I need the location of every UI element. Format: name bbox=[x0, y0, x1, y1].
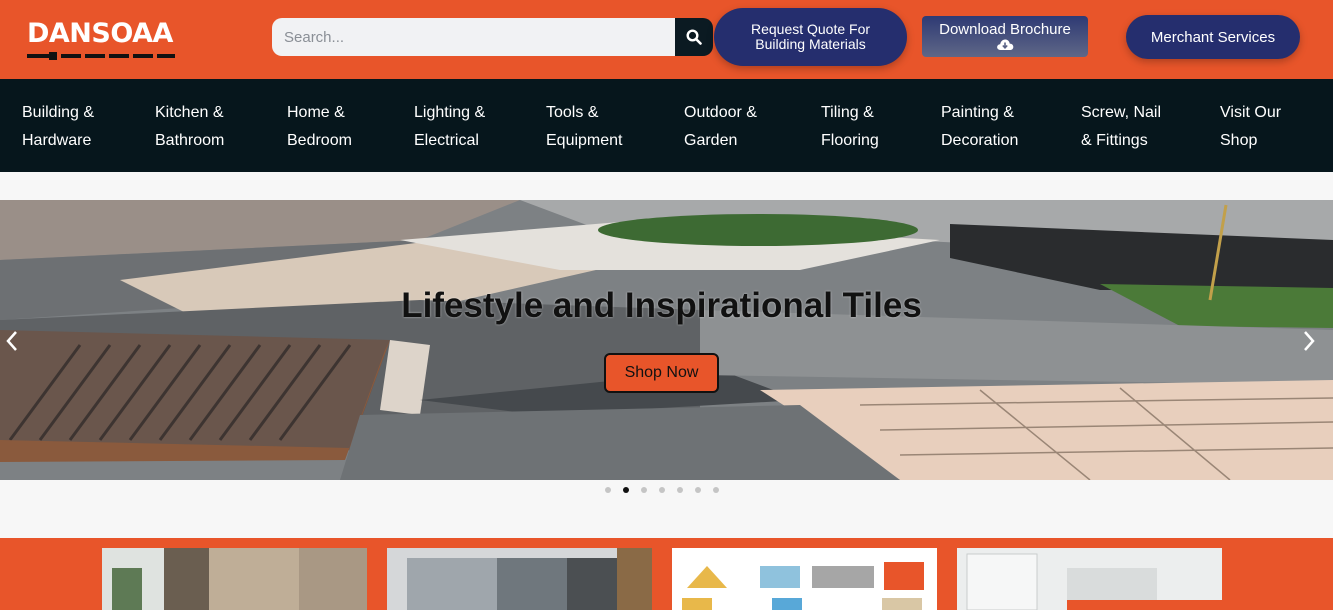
category-card-bathroom[interactable] bbox=[387, 548, 652, 610]
nav-item-kitchen-bathroom[interactable]: Kitchen & Bathroom bbox=[155, 99, 224, 155]
hammer-icon bbox=[27, 52, 175, 60]
request-quote-button[interactable]: Request Quote For Building Materials bbox=[714, 8, 907, 66]
slider-prev-button[interactable] bbox=[6, 328, 18, 359]
nav-item-line1: Lighting & bbox=[414, 104, 486, 121]
logo-text: DANSOAA bbox=[27, 18, 173, 49]
search-icon bbox=[686, 29, 702, 45]
hero-title: Lifestyle and Inspirational Tiles bbox=[401, 286, 922, 325]
slider-next-button[interactable] bbox=[1303, 328, 1315, 359]
slider-pagination bbox=[603, 487, 723, 495]
nav-item-screw-nail-fittings[interactable]: Screw, Nail & Fittings bbox=[1081, 99, 1161, 155]
nav-item-lighting-electrical[interactable]: Lighting & Electrical bbox=[414, 99, 485, 155]
nav-item-line2: Equipment bbox=[546, 132, 623, 149]
tile-wall-image bbox=[102, 548, 367, 610]
nav-item-visit-our-shop[interactable]: Visit Our Shop bbox=[1220, 99, 1281, 155]
header-bar: DANSOAA Request Quote For Building Mater… bbox=[0, 0, 1333, 79]
category-card-building-materials[interactable] bbox=[672, 548, 937, 610]
nav-item-building-hardware[interactable]: Building & Hardware bbox=[22, 99, 94, 155]
merchant-services-button[interactable]: Merchant Services bbox=[1126, 15, 1300, 59]
search-bar bbox=[272, 18, 713, 56]
nav-item-line2: Garden bbox=[684, 132, 738, 149]
nav-item-line1: Tiling & bbox=[821, 104, 874, 121]
nav-item-line1: Tools & bbox=[546, 104, 599, 121]
nav-item-line1: Outdoor & bbox=[684, 104, 757, 121]
nav-item-tiling-flooring[interactable]: Tiling & Flooring bbox=[821, 99, 879, 155]
request-quote-line2: Building Materials bbox=[755, 36, 866, 52]
chevron-left-icon bbox=[6, 331, 17, 351]
nav-item-line2: & Fittings bbox=[1081, 132, 1148, 149]
nav-item-line2: Hardware bbox=[22, 132, 92, 149]
nav-item-line1: Building & bbox=[22, 104, 95, 121]
nav-item-line2: Decoration bbox=[941, 132, 1019, 149]
nav-item-painting-decoration[interactable]: Painting & Decoration bbox=[941, 99, 1018, 155]
slider-dot-4[interactable] bbox=[659, 487, 665, 493]
category-card-tiles[interactable] bbox=[102, 548, 367, 610]
interior-room-image bbox=[957, 548, 1222, 610]
shower-room-image bbox=[387, 548, 652, 610]
hero-slide-image bbox=[0, 200, 1333, 480]
chevron-right-icon bbox=[1304, 331, 1315, 351]
nav-item-line2: Electrical bbox=[414, 132, 479, 149]
request-quote-line1: Request Quote For bbox=[750, 21, 871, 37]
search-button[interactable] bbox=[675, 18, 713, 56]
shop-now-button[interactable]: Shop Now bbox=[604, 353, 719, 393]
slider-dot-6[interactable] bbox=[695, 487, 701, 493]
nav-item-line2: Flooring bbox=[821, 132, 879, 149]
search-input[interactable] bbox=[272, 18, 676, 56]
category-card-home[interactable] bbox=[957, 548, 1222, 610]
slider-dot-3[interactable] bbox=[641, 487, 647, 493]
nav-item-home-bedroom[interactable]: Home & Bedroom bbox=[287, 99, 352, 155]
nav-item-line2: Bedroom bbox=[287, 132, 352, 149]
logo[interactable]: DANSOAA bbox=[27, 16, 175, 64]
building-materials-image bbox=[672, 548, 937, 610]
nav-item-line1: Screw, Nail bbox=[1081, 104, 1162, 121]
nav-item-line2: Shop bbox=[1220, 132, 1258, 149]
slider-dot-5[interactable] bbox=[677, 487, 683, 493]
nav-item-tools-equipment[interactable]: Tools & Equipment bbox=[546, 99, 623, 155]
nav-item-outdoor-garden[interactable]: Outdoor & Garden bbox=[684, 99, 757, 155]
cloud-download-icon bbox=[997, 39, 1014, 50]
slider-dot-1[interactable] bbox=[605, 487, 611, 493]
nav-item-line1: Visit Our bbox=[1220, 104, 1282, 121]
patio-tiles-illustration bbox=[0, 200, 1333, 480]
slider-dot-7[interactable] bbox=[713, 487, 719, 493]
merchant-services-label: Merchant Services bbox=[1150, 28, 1276, 46]
category-nav: Building & Hardware Kitchen & Bathroom H… bbox=[0, 79, 1333, 172]
nav-item-line1: Kitchen & bbox=[155, 104, 224, 121]
nav-item-line2: Bathroom bbox=[155, 132, 225, 149]
slider-dot-2[interactable] bbox=[623, 487, 629, 493]
nav-item-line1: Painting & bbox=[941, 104, 1014, 121]
download-brochure-button[interactable]: Download Brochure bbox=[922, 16, 1088, 57]
nav-item-line1: Home & bbox=[287, 104, 345, 121]
download-brochure-label: Download Brochure bbox=[939, 21, 1071, 38]
